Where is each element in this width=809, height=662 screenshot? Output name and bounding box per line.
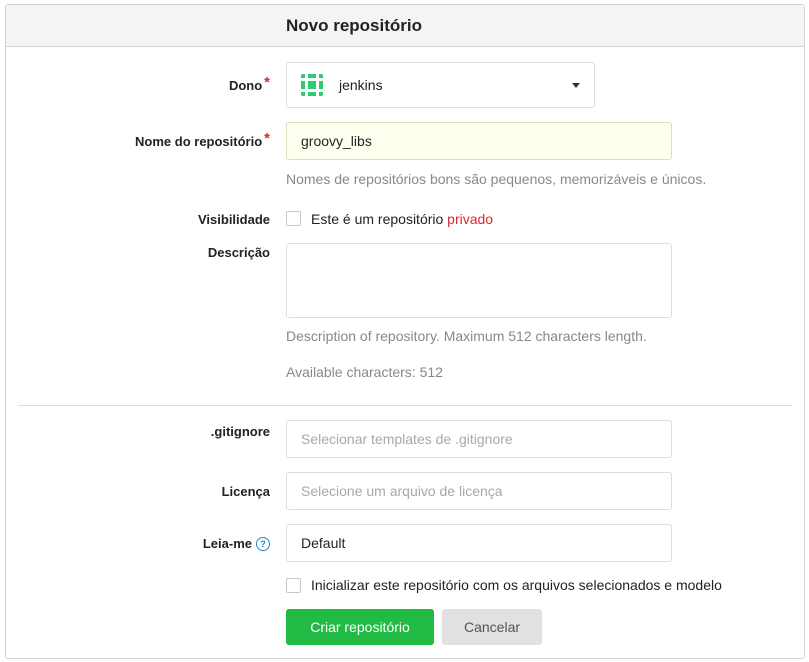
cancel-button[interactable]: Cancelar xyxy=(442,609,542,645)
create-repository-button[interactable]: Criar repositório xyxy=(286,609,434,645)
page-title: Novo repositório xyxy=(286,16,423,35)
license-label: Licença xyxy=(221,484,270,499)
gitignore-placeholder: Selecionar templates de .gitignore xyxy=(301,431,513,447)
gitignore-select[interactable]: Selecionar templates de .gitignore xyxy=(286,420,672,458)
description-hint: Description of repository. Maximum 512 c… xyxy=(286,328,647,344)
repo-name-label: Nome do repositório * xyxy=(135,130,270,149)
section-divider xyxy=(18,405,792,406)
license-placeholder: Selecione um arquivo de licença xyxy=(301,483,503,499)
form-header: Novo repositório xyxy=(6,5,804,47)
owner-dropdown[interactable]: jenkins xyxy=(286,62,595,108)
private-checkbox[interactable] xyxy=(286,211,301,226)
readme-select[interactable]: Default xyxy=(286,524,672,562)
required-mark: * xyxy=(264,74,270,91)
chevron-down-icon xyxy=(572,83,580,88)
required-mark: * xyxy=(264,130,270,147)
private-word: privado xyxy=(447,211,494,227)
license-select[interactable]: Selecione um arquivo de licença xyxy=(286,472,672,510)
help-icon[interactable]: ? xyxy=(256,537,270,551)
init-checkbox[interactable] xyxy=(286,578,301,593)
init-checkbox-label[interactable]: Inicializar este repositório com os arqu… xyxy=(311,577,722,593)
available-characters: Available characters: 512 xyxy=(286,364,443,380)
description-textarea[interactable] xyxy=(286,243,672,318)
private-checkbox-label[interactable]: Este é um repositório privado xyxy=(311,211,493,227)
description-label: Descrição xyxy=(207,245,270,260)
readme-value: Default xyxy=(301,535,346,551)
owner-value: jenkins xyxy=(339,77,383,93)
repo-name-hint: Nomes de repositórios bons são pequenos,… xyxy=(286,171,707,187)
owner-label: Dono * xyxy=(228,74,270,93)
repo-name-input[interactable] xyxy=(286,122,672,160)
readme-label: Leia-me? xyxy=(203,536,270,551)
visibility-label: Visibilidade xyxy=(197,212,270,227)
gitignore-label: .gitignore xyxy=(210,424,270,439)
owner-avatar-icon xyxy=(301,74,323,96)
